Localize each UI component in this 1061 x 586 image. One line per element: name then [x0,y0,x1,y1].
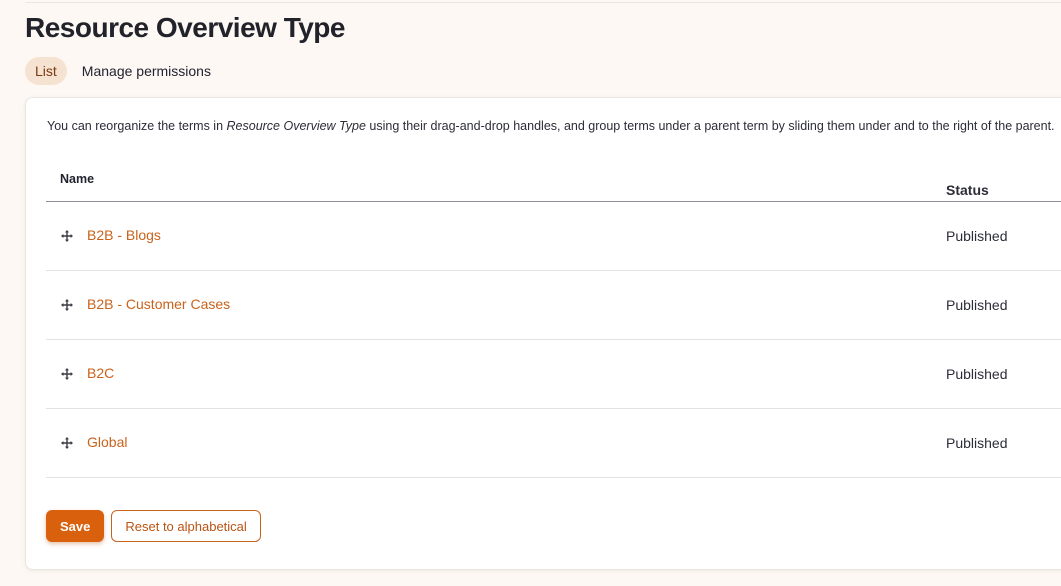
save-button[interactable]: Save [46,510,105,542]
column-header-status: Status [946,182,989,198]
overview-card: You can reorganize the terms in Resource… [25,97,1061,570]
table-row: B2B - Blogs Published [46,202,1061,271]
page-title: Resource Overview Type [25,12,345,43]
term-link[interactable]: B2C [87,365,114,381]
table-row: B2C Published [46,340,1061,409]
local-tasks-tabs: List Manage permissions [25,57,221,85]
column-header-name: Name [60,172,95,186]
status-text: Published [946,366,1008,382]
terms-table: Name Status B2B - Blogs Published B2B - … [46,156,1061,478]
term-link[interactable]: B2B - Customer Cases [87,296,230,312]
table-row: Global Published [46,409,1061,478]
status-text: Published [946,228,1008,244]
tab-manage-permissions[interactable]: Manage permissions [72,57,221,85]
help-text-suffix: using their drag-and-drop handles, and g… [365,119,1055,133]
move-arrows-icon[interactable] [60,229,74,243]
term-link[interactable]: Global [87,434,127,450]
move-arrows-icon[interactable] [60,367,74,381]
reset-to-alphabetical-button[interactable]: Reset to alphabetical [111,510,261,542]
table-row: B2B - Customer Cases Published [46,271,1061,340]
help-text: You can reorganize the terms in Resource… [47,119,1061,133]
help-text-prefix: You can reorganize the terms in [47,119,227,133]
table-header: Name Status [46,156,1061,202]
vocabulary-name: Resource Overview Type [226,119,366,133]
move-arrows-icon[interactable] [60,436,74,450]
term-link[interactable]: B2B - Blogs [87,227,161,243]
top-divider [25,2,1061,3]
status-text: Published [946,435,1008,451]
status-text: Published [946,297,1008,313]
move-arrows-icon[interactable] [60,298,74,312]
form-actions: Save Reset to alphabetical [46,510,261,542]
tab-list[interactable]: List [25,57,67,85]
